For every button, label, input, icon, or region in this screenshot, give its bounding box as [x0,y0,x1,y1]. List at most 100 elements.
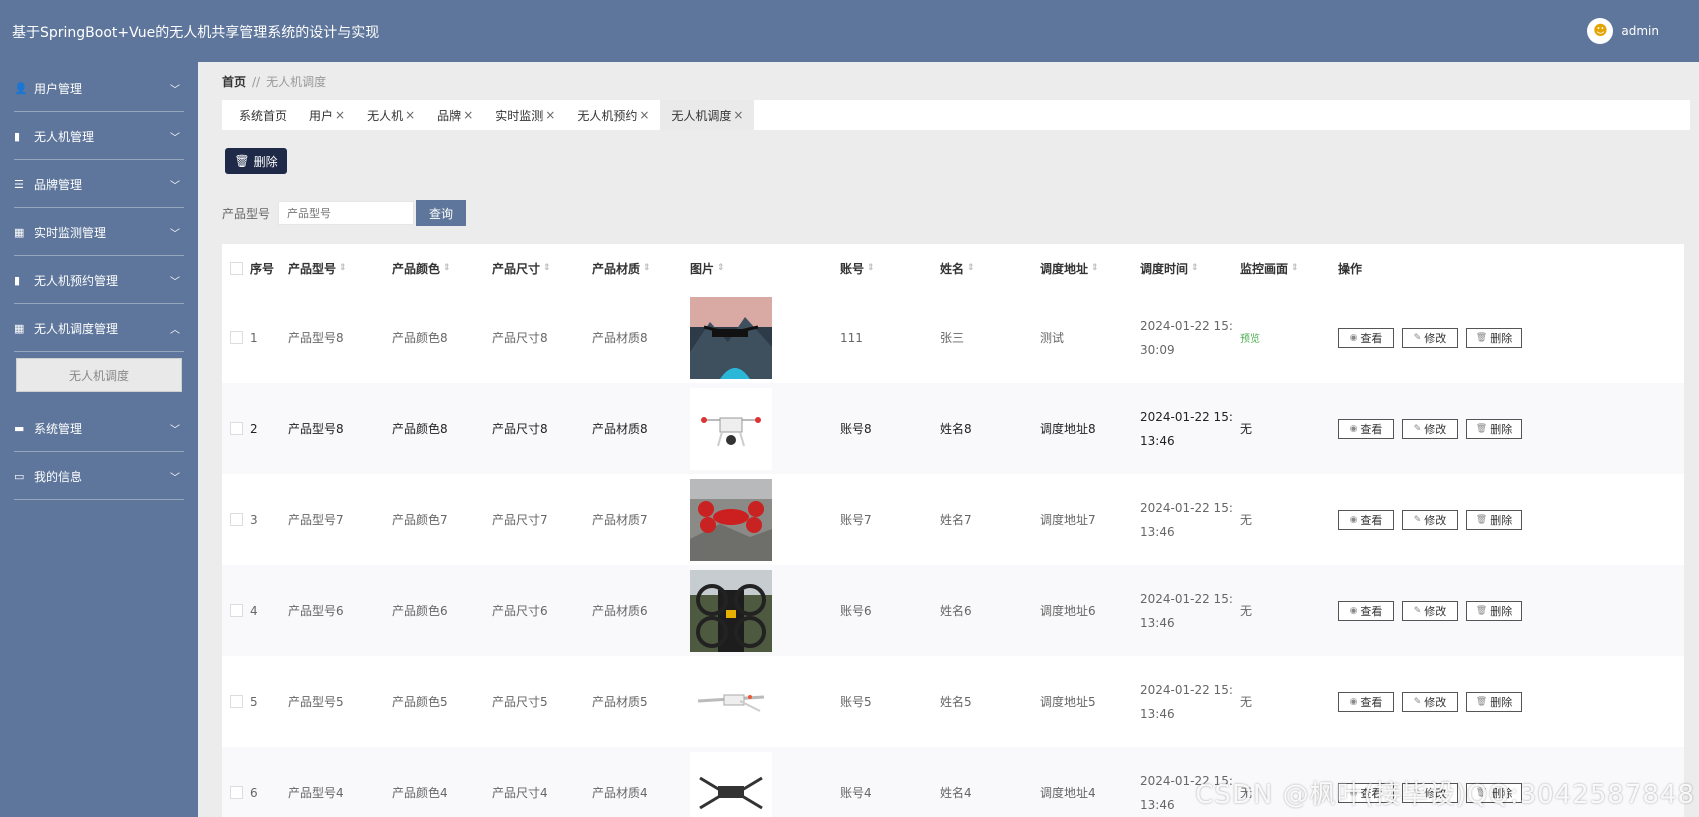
sort-icon[interactable]: ⇕ [717,263,725,273]
pencil-icon: ✎ [1413,605,1422,616]
column-header[interactable]: 调度时间 ⇕ [1140,244,1199,292]
tab-item[interactable]: 品牌 × [426,100,484,130]
chevron-down-icon[interactable]: ﹀ [170,273,180,288]
row-checkbox[interactable] [230,422,243,435]
edit-button[interactable]: ✎ 修改 [1402,418,1458,439]
delete-button[interactable]: 🗑 删除 [1466,509,1522,530]
column-header[interactable]: 账号 ⇕ [840,244,875,292]
sidebar-item[interactable]: ▭ 我的信息 ﹀ [0,452,198,500]
tab-item[interactable]: 无人机 × [356,100,426,130]
delete-button[interactable]: 🗑 删除 [1466,327,1522,348]
cell-image[interactable] [690,747,772,817]
close-icon[interactable]: × [733,108,743,122]
row-checkbox[interactable] [230,786,243,799]
sort-icon[interactable]: ⇕ [443,263,451,273]
drone-image[interactable] [690,387,772,470]
sidebar-item[interactable]: 👤 用户管理 ﹀ [0,64,198,112]
chevron-down-icon[interactable]: ﹀ [170,469,180,484]
sidebar-item[interactable]: ▦ 实时监测管理 ﹀ [0,208,198,256]
search-button[interactable]: 查询 [416,200,467,226]
sort-icon[interactable]: ⇕ [339,263,347,273]
tab-item[interactable]: 用户 × [298,100,356,130]
tab-item[interactable]: 无人机调度 × [660,100,755,130]
breadcrumb-home[interactable]: 首页 [222,75,246,89]
sort-icon[interactable]: ⇕ [967,263,975,273]
chevron-down-icon[interactable]: ﹀ [170,177,180,192]
cell-image[interactable] [690,383,772,474]
column-header[interactable]: 图片 ⇕ [690,244,725,292]
drone-image[interactable] [690,296,772,379]
row-checkbox[interactable] [230,604,243,617]
view-button[interactable]: ◉ 查看 [1338,691,1394,712]
view-button[interactable]: ◉ 查看 [1338,327,1394,348]
close-icon[interactable]: × [545,108,555,122]
column-header[interactable]: 产品尺寸 ⇕ [492,244,551,292]
close-icon[interactable]: × [463,108,473,122]
drone-image[interactable] [690,660,772,743]
sidebar-item[interactable]: ▦ 无人机调度管理 ︿ [0,304,198,352]
cell-image[interactable] [690,656,772,747]
cell-monitor: 无 [1240,656,1252,747]
sort-icon[interactable]: ⇕ [1091,263,1099,273]
batch-delete-button[interactable]: 🗑 删除 [225,148,287,174]
sidebar-item[interactable]: ☰ 品牌管理 ﹀ [0,160,198,208]
column-header[interactable]: 产品颜色 ⇕ [392,244,451,292]
column-header[interactable]: 产品型号 ⇕ [288,244,347,292]
cell-image[interactable] [690,292,772,383]
row-checkbox[interactable] [230,695,243,708]
view-button[interactable]: ◉ 查看 [1338,509,1394,530]
tab-item[interactable]: 实时监测 × [484,100,566,130]
edit-button[interactable]: ✎ 修改 [1402,600,1458,621]
sidebar-item[interactable]: ▮ 无人机管理 ﹀ [0,112,198,160]
view-button-label: 查看 [1360,513,1383,527]
column-header[interactable]: 产品材质 ⇕ [592,244,651,292]
edit-button[interactable]: ✎ 修改 [1402,691,1458,712]
select-all-checkbox[interactable] [230,261,243,275]
sort-icon[interactable]: ⇕ [543,263,551,273]
cell-material-text: 产品材质5 [592,695,648,709]
chevron-down-icon[interactable]: ﹀ [170,421,180,436]
drone-image[interactable] [690,751,772,817]
sort-icon[interactable]: ⇕ [1191,263,1199,273]
data-table: 序号 产品型号 ⇕ 产品颜色 ⇕ 产品尺寸 ⇕ 产品材质 ⇕ 图片 ⇕ 账号 ⇕ 姓名 ⇕ 调度地址 ⇕ 调度时间… [222,244,1684,817]
chevron-down-icon[interactable]: ﹀ [170,225,180,240]
delete-button[interactable]: 🗑 删除 [1466,600,1522,621]
cell-image[interactable] [690,565,772,656]
close-icon[interactable]: × [639,108,649,122]
close-icon[interactable]: × [405,108,415,122]
column-header[interactable]: 调度地址 ⇕ [1040,244,1099,292]
sort-icon[interactable]: ⇕ [867,263,875,273]
tab-item[interactable]: 无人机预约 × [566,100,660,130]
drone-image[interactable] [690,478,772,561]
edit-button[interactable]: ✎ 修改 [1402,327,1458,348]
eye-icon: ◉ [1349,605,1358,616]
delete-button[interactable]: 🗑 删除 [1466,418,1522,439]
tab-item[interactable]: 系统首页 [228,100,298,130]
chevron-up-icon[interactable]: ︿ [170,321,180,336]
view-button[interactable]: ◉ 查看 [1338,418,1394,439]
column-header-label: 产品型号 [288,261,337,276]
cell-image[interactable] [690,474,772,565]
sidebar-item[interactable]: ▬ 系统管理 ﹀ [0,404,198,452]
column-header[interactable]: 监控画面 ⇕ [1240,244,1299,292]
avatar[interactable]: ☻ [1587,18,1614,44]
sort-icon[interactable]: ⇕ [1291,263,1299,273]
edit-button[interactable]: ✎ 修改 [1402,509,1458,530]
sidebar-item[interactable]: ▮ 无人机预约管理 ﹀ [0,256,198,304]
sidebar-subitem-dispatch[interactable]: 无人机调度 [16,358,182,392]
column-header[interactable]: 序号 [250,244,274,292]
monitor-preview-link[interactable]: 预览 [1240,330,1260,345]
search-input[interactable] [278,201,415,225]
column-header[interactable]: 姓名 ⇕ [940,244,975,292]
view-button[interactable]: ◉ 查看 [1338,600,1394,621]
chevron-down-icon[interactable]: ﹀ [170,129,180,144]
drone-image[interactable] [690,569,772,652]
username[interactable]: admin [1621,24,1659,38]
close-icon[interactable]: × [335,108,345,122]
delete-button[interactable]: 🗑 删除 [1466,691,1522,712]
chevron-down-icon[interactable]: ﹀ [170,81,180,96]
row-checkbox[interactable] [230,513,243,526]
user-menu[interactable]: ☻ admin [1587,18,1659,44]
sort-icon[interactable]: ⇕ [643,263,651,273]
row-checkbox[interactable] [230,331,243,344]
